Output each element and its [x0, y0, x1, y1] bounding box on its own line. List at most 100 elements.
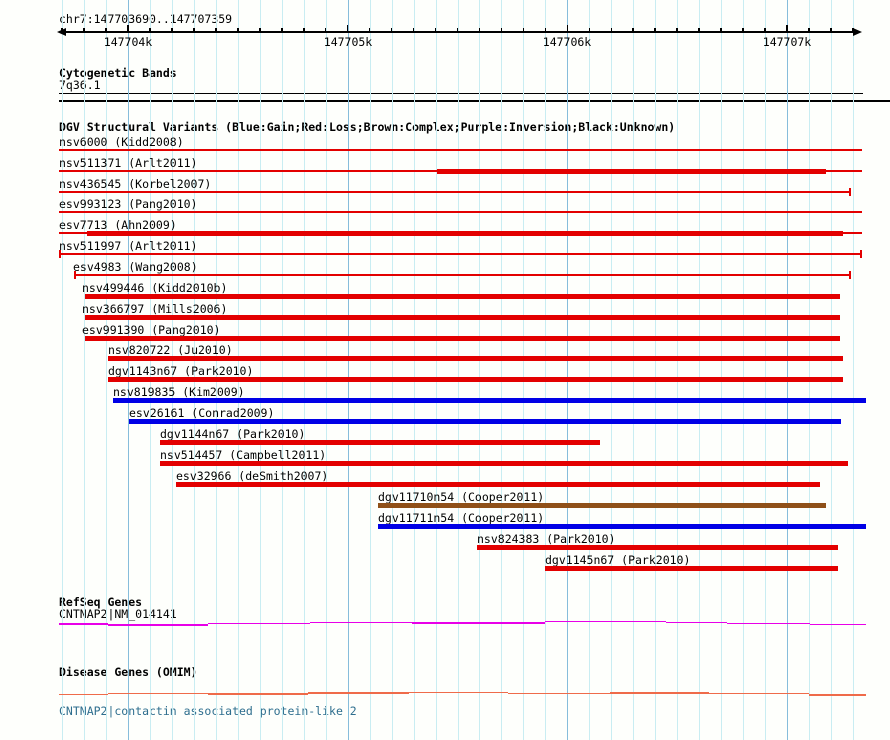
gridline-minor [655, 0, 656, 740]
ruler-tick-minor [479, 28, 481, 33]
ruler-tick-minor [523, 28, 525, 33]
ruler-tick-major [567, 25, 569, 33]
variant-bar[interactable] [85, 336, 840, 341]
ruler-tick-minor [259, 28, 261, 33]
variant-bar[interactable] [113, 398, 866, 403]
omim-gene-line-segment[interactable] [409, 692, 508, 694]
ruler-tick-minor [720, 28, 722, 33]
variant-bar[interactable] [85, 315, 840, 320]
variant-extent-line[interactable] [60, 253, 861, 255]
refseq-gene-line-segment[interactable] [545, 621, 666, 623]
gridline-minor [853, 0, 854, 740]
variant-label[interactable]: nsv824383 (Park2010) [477, 533, 615, 545]
ruler-right-arrow [853, 28, 862, 36]
variant-label[interactable]: dgv1145n67 (Park2010) [545, 554, 690, 566]
omim-gene-line-segment[interactable] [108, 693, 208, 695]
omim-gene-line-segment[interactable] [508, 693, 610, 695]
variant-bar[interactable] [378, 503, 826, 508]
variant-label[interactable]: nsv511371 (Arlt2011) [59, 157, 197, 169]
gridline-major [567, 0, 568, 740]
omim-gene-line-segment[interactable] [809, 694, 866, 696]
variant-bar[interactable] [477, 545, 838, 550]
variant-label[interactable]: esv4983 (Wang2008) [73, 261, 198, 273]
variant-bar[interactable] [545, 566, 838, 571]
gridline-minor [677, 0, 678, 740]
gridline-minor [809, 0, 810, 740]
variant-label[interactable]: nsv366797 (Mills2006) [82, 303, 227, 315]
gridline-minor [633, 0, 634, 740]
variant-bar[interactable] [437, 169, 826, 174]
variant-label[interactable]: esv32966 (deSmith2007) [176, 470, 328, 482]
ruler-tick-minor [632, 28, 634, 33]
refseq-gene-line-segment[interactable] [810, 624, 866, 626]
variant-label[interactable]: esv26161 (Conrad2009) [129, 407, 274, 419]
genome-browser-panel: chr7:147703690..147707359 Cytogenetic Ba… [0, 0, 890, 740]
variant-bar[interactable] [129, 419, 841, 424]
variant-bar[interactable] [160, 440, 600, 445]
variant-label[interactable]: dgv11711n54 (Cooper2011) [378, 512, 544, 524]
ruler-tick-minor [698, 28, 700, 33]
refseq-gene-label[interactable]: CNTNAP2|NM_014141 [59, 608, 177, 620]
ruler-tick-minor [105, 28, 107, 33]
gene-description-label[interactable]: CNTNAP2|contactin associated protein-lik… [59, 705, 357, 717]
variant-bar[interactable] [160, 461, 848, 466]
omim-gene-line-segment[interactable] [308, 692, 409, 694]
ruler-tick-label: 147707k [763, 36, 811, 48]
variant-label[interactable]: dgv11710n54 (Cooper2011) [378, 491, 544, 503]
variant-label[interactable]: nsv819835 (Kim2009) [113, 386, 245, 398]
ruler-tick-minor [764, 28, 766, 33]
gridline-minor [743, 0, 744, 740]
variant-label[interactable]: esv991390 (Pang2010) [82, 324, 220, 336]
refseq-gene-line-segment[interactable] [727, 623, 810, 625]
gridline-minor [611, 0, 612, 740]
variant-bar[interactable] [378, 524, 866, 529]
variant-bar[interactable] [108, 377, 843, 382]
omim-gene-line-segment[interactable] [709, 693, 809, 695]
variant-label[interactable]: nsv436545 (Korbel2007) [59, 178, 211, 190]
variant-extent-line[interactable] [59, 211, 862, 213]
ruler-tick-minor [369, 28, 371, 33]
variant-label[interactable]: dgv1143n67 (Park2010) [108, 365, 253, 377]
ruler-tick-minor [281, 28, 283, 33]
variant-extent-line[interactable] [75, 274, 850, 276]
variant-label[interactable]: nsv820722 (Ju2010) [108, 344, 233, 356]
cytoband-label[interactable]: 7q36.1 [59, 79, 101, 91]
variant-bar[interactable] [108, 356, 843, 361]
omim-gene-line-segment[interactable] [208, 693, 308, 695]
refseq-gene-line-segment[interactable] [59, 623, 108, 625]
refseq-gene-line-segment[interactable] [412, 622, 545, 624]
ruler-tick-minor [742, 28, 744, 33]
refseq-gene-line-segment[interactable] [666, 622, 727, 624]
variant-extent-line[interactable] [59, 149, 862, 151]
variant-extent-line[interactable] [59, 191, 850, 193]
gridline-minor [106, 0, 107, 740]
ruler-tick-minor [171, 28, 173, 33]
refseq-gene-line-segment[interactable] [310, 622, 412, 624]
ruler-tick-minor [149, 28, 151, 33]
omim-gene-line-segment[interactable] [610, 692, 709, 694]
variant-end-tick [849, 271, 851, 278]
variant-label[interactable]: esv7713 (Ahn2009) [59, 219, 177, 231]
ruler-tick-minor [589, 28, 591, 33]
variant-bar[interactable] [176, 482, 820, 487]
refseq-gene-line-segment[interactable] [208, 623, 310, 625]
ruler-axis-line [60, 31, 859, 33]
refseq-gene-line-segment[interactable] [108, 624, 208, 626]
variant-label[interactable]: nsv6000 (Kidd2008) [59, 136, 184, 148]
variant-label[interactable]: nsv514457 (Campbell2011) [160, 449, 326, 461]
gridline-minor [392, 0, 393, 740]
gridline-minor [765, 0, 766, 740]
ruler-tick-label: 147704k [104, 36, 152, 48]
variant-label[interactable]: esv993123 (Pang2010) [59, 198, 197, 210]
variant-label[interactable]: nsv499446 (Kidd2010b) [82, 282, 227, 294]
variant-end-tick [74, 271, 76, 278]
variant-bar[interactable] [85, 294, 840, 299]
gridline-minor [699, 0, 700, 740]
variant-label[interactable]: nsv511997 (Arlt2011) [59, 240, 197, 252]
ruler-tick-label: 147706k [543, 36, 591, 48]
variant-bar[interactable] [87, 231, 843, 236]
ruler-tick-minor [654, 28, 656, 33]
variant-label[interactable]: dgv1144n67 (Park2010) [160, 428, 305, 440]
omim-gene-line-segment[interactable] [59, 694, 108, 696]
ruler-tick-minor [237, 28, 239, 33]
